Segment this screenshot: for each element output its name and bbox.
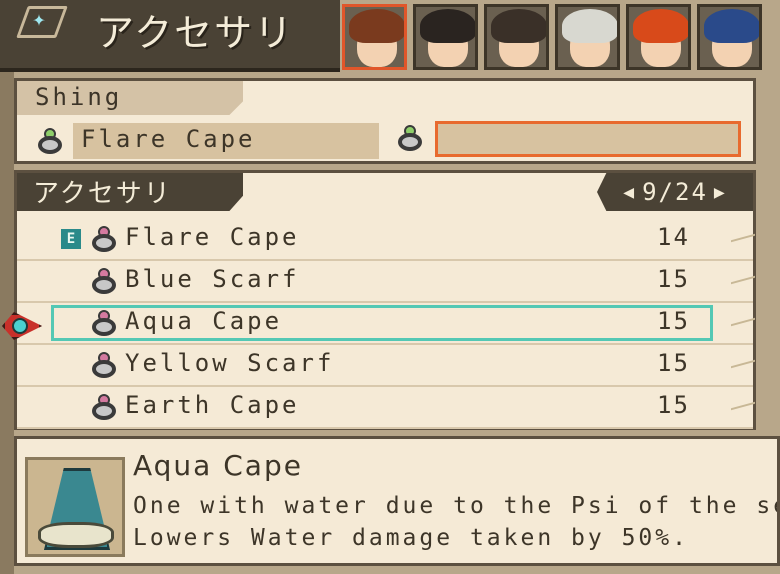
- item-quantity: 15: [657, 391, 690, 419]
- item-quantity: 15: [657, 349, 690, 377]
- item-quantity: 15: [657, 307, 690, 335]
- selection-cursor-icon: [2, 308, 42, 344]
- page-title: アクセサリ: [96, 11, 295, 55]
- item-list-panel: アクセサリ ◀ 9/24 ▶ E Flare Cape 14 Blue Scarf 15…: [14, 170, 756, 430]
- category-tab: アクセサリ: [17, 173, 243, 211]
- portrait-6[interactable]: [697, 4, 762, 70]
- portrait-hair: [562, 9, 617, 43]
- equip-slot-1-value[interactable]: Flare Cape: [73, 123, 379, 159]
- item-quantity: 15: [657, 265, 690, 293]
- item-image: [25, 457, 125, 557]
- portrait-3[interactable]: [484, 4, 549, 70]
- equipped-badge: E: [61, 229, 81, 249]
- item-name: Blue Scarf: [125, 265, 300, 293]
- portrait-hair: [633, 9, 688, 43]
- portrait-hair: [704, 9, 759, 43]
- list-item[interactable]: Yellow Scarf 15: [17, 345, 755, 387]
- party-portraits: [342, 4, 762, 70]
- portrait-hair: [491, 9, 546, 43]
- ring-icon: [89, 308, 119, 338]
- portrait-2[interactable]: [413, 4, 478, 70]
- list-item[interactable]: Aqua Cape 15: [17, 303, 755, 345]
- item-name: Flare Cape: [125, 223, 300, 251]
- list-item[interactable]: E Flare Cape 14: [17, 219, 755, 261]
- ring-icon: [89, 350, 119, 380]
- description-line-1: One with water due to the Psi of the se: [133, 493, 780, 519]
- ring-icon: [35, 126, 65, 156]
- equip-slot-1[interactable]: Flare Cape: [35, 123, 379, 159]
- page-indicator: 9/24: [642, 178, 708, 206]
- list-item[interactable]: Blue Scarf 15: [17, 261, 755, 303]
- ring-icon: [89, 392, 119, 422]
- menu-diamond-icon: ✦: [20, 6, 58, 32]
- ring-icon: [89, 224, 119, 254]
- description-line-2: Lowers Water damage taken by 50%.: [133, 525, 689, 551]
- ring-icon: [395, 123, 425, 153]
- game-screen: ✦ アクセサリ Shing Flare Cape アクセサリ ◀ 9/24 ▶ …: [0, 0, 780, 574]
- character-name: Shing: [17, 81, 243, 115]
- portrait-hair: [420, 9, 475, 43]
- item-name: Aqua Cape: [125, 307, 283, 335]
- title-bar: ✦ アクセサリ: [0, 0, 340, 72]
- equip-slot-2[interactable]: [435, 121, 741, 157]
- page-next-icon[interactable]: ▶: [714, 182, 727, 203]
- portrait-1[interactable]: [342, 4, 407, 70]
- description-panel: Aqua Cape One with water due to the Psi …: [14, 436, 780, 566]
- item-rows: E Flare Cape 14 Blue Scarf 15 Aqua Cape 15 Yell…: [17, 219, 755, 429]
- list-item[interactable]: Earth Cape 15: [17, 387, 755, 429]
- character-panel: Shing Flare Cape: [14, 78, 756, 164]
- item-quantity: 14: [657, 223, 690, 251]
- portrait-4[interactable]: [555, 4, 620, 70]
- portrait-5[interactable]: [626, 4, 691, 70]
- pager: ◀ 9/24 ▶: [597, 173, 753, 211]
- list-header: アクセサリ ◀ 9/24 ▶: [17, 173, 753, 213]
- item-name: Yellow Scarf: [125, 349, 335, 377]
- portrait-hair: [349, 9, 404, 43]
- item-name: Earth Cape: [125, 391, 300, 419]
- page-prev-icon[interactable]: ◀: [623, 182, 636, 203]
- ring-icon: [89, 266, 119, 296]
- description-title: Aqua Cape: [133, 449, 303, 482]
